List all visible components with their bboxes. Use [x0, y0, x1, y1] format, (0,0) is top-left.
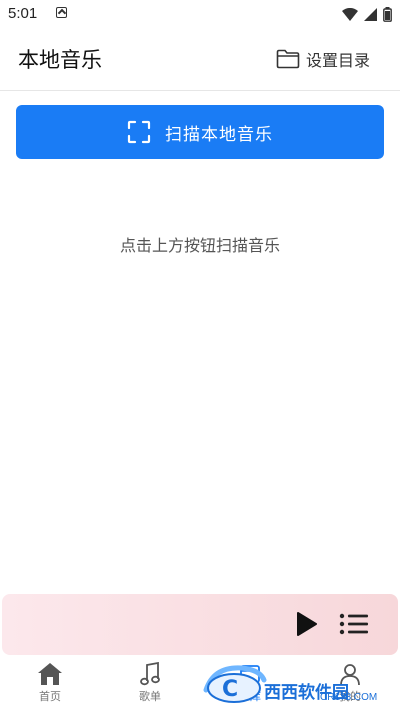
page-title: 本地音乐: [18, 48, 102, 72]
watermark-subtext: CR173.COM: [320, 692, 378, 703]
status-icons: [342, 5, 392, 23]
tab-playlists[interactable]: 歌单: [100, 658, 200, 710]
scan-button-label: 扫描本地音乐: [165, 124, 273, 145]
tab-home[interactable]: 首页: [0, 658, 100, 710]
watermark: C 西西软件园 CR173.COM: [200, 660, 390, 706]
tab-label: 首页: [39, 690, 61, 703]
set-directory-label: 设置目录: [305, 51, 370, 70]
signal-icon: [364, 7, 377, 21]
battery-icon: [383, 6, 392, 22]
set-directory-button[interactable]: 设置目录: [276, 44, 370, 74]
status-bar: 5:01: [0, 0, 400, 28]
folder-icon: [276, 49, 300, 69]
play-icon[interactable]: [292, 610, 320, 638]
svg-text:C: C: [222, 677, 238, 702]
status-time: 5:01: [8, 5, 38, 22]
empty-state-hint: 点击上方按钮扫描音乐: [119, 236, 280, 255]
header-divider: [0, 90, 400, 91]
tab-label: 歌单: [139, 690, 161, 703]
app-header: 本地音乐 设置目录: [0, 32, 400, 86]
mini-player[interactable]: [2, 594, 398, 655]
watermark-logo-icon: C: [203, 665, 267, 703]
home-icon: [38, 663, 62, 685]
wifi-icon: [342, 7, 358, 21]
scan-icon: [127, 120, 151, 144]
app-notification-icon: [56, 7, 67, 18]
scan-local-music-button[interactable]: 扫描本地音乐: [16, 105, 384, 159]
playlist-icon[interactable]: [338, 609, 370, 639]
music-note-icon: [140, 662, 160, 686]
